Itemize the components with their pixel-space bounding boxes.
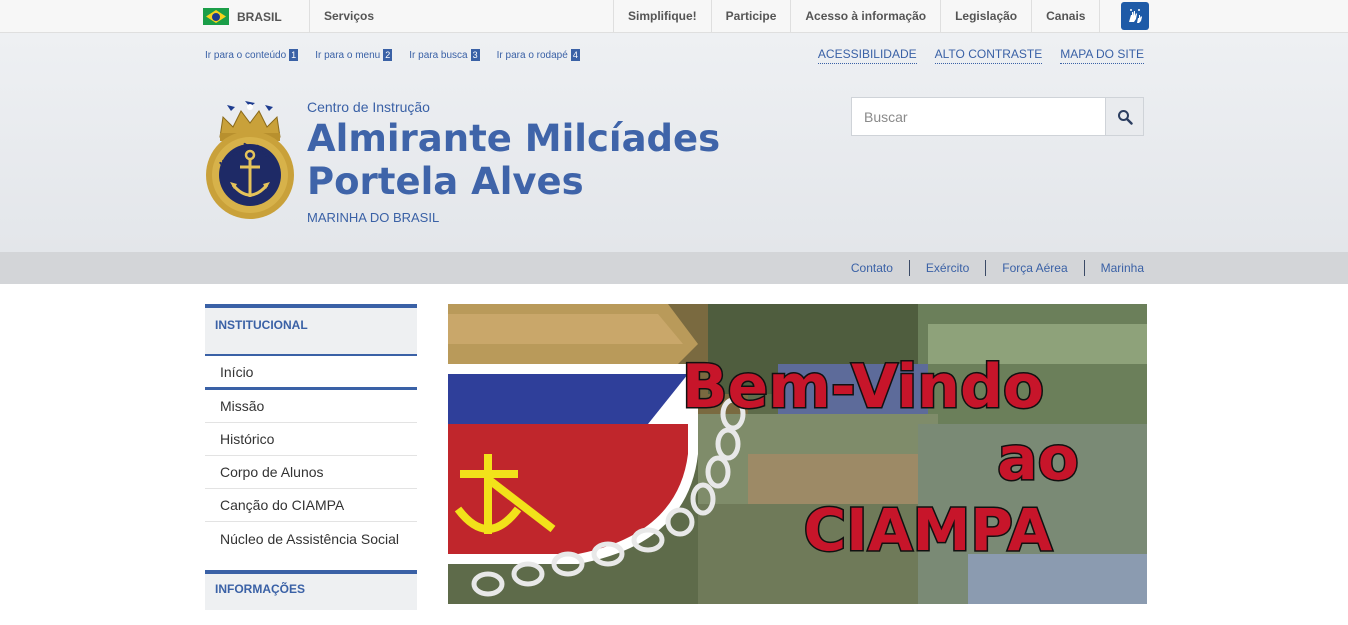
site-title-block: Centro de Instrução Almirante Milcíades … xyxy=(307,99,720,225)
section-institucional-heading: INSTITUCIONAL xyxy=(205,304,417,356)
welcome-banner[interactable]: Bem-Vindo ao CIAMPA xyxy=(448,304,1147,604)
gov-bar: BRASIL Serviços Simplifique! Participe A… xyxy=(0,0,1348,33)
acessibilidade-link[interactable]: ACESSIBILIDADE xyxy=(817,47,917,64)
site-title[interactable]: Almirante Milcíades Portela Alves xyxy=(307,117,720,203)
participe-link[interactable]: Participe xyxy=(710,0,791,33)
skip-label: Ir para busca xyxy=(409,49,468,61)
contato-link[interactable]: Contato xyxy=(835,260,909,276)
accesskey-badge: 3 xyxy=(470,49,480,61)
site-title-line1: Almirante Milcíades xyxy=(307,117,721,160)
skip-label: Ir para o rodapé xyxy=(496,49,568,61)
skip-label: Ir para o conteúdo xyxy=(205,49,287,61)
acesso-informacao-link[interactable]: Acesso à informação xyxy=(790,0,940,33)
search-icon xyxy=(1117,109,1133,125)
accesskey-badge: 4 xyxy=(570,49,580,61)
skip-label: Ir para o menu xyxy=(315,49,381,61)
accessibility-links: ACESSIBILIDADE ALTO CONTRASTE MAPA DO SI… xyxy=(817,47,1144,64)
menu-item-cancao-ciampa[interactable]: Canção do CIAMPA xyxy=(205,489,417,522)
banner-line3: CIAMPA xyxy=(804,496,1053,564)
simplifique-link[interactable]: Simplifique! xyxy=(613,0,711,33)
site-title-line2: Portela Alves xyxy=(307,160,584,203)
menu-item-corpo-de-alunos[interactable]: Corpo de Alunos xyxy=(205,456,417,489)
service-links-bar: Contato Exército Força Aérea Marinha xyxy=(0,252,1348,284)
menu-item-historico[interactable]: Histórico xyxy=(205,423,417,456)
search-button[interactable] xyxy=(1105,98,1143,135)
libras-hands-icon[interactable] xyxy=(1121,2,1149,30)
skip-to-search-link[interactable]: Ir para busca 3 xyxy=(409,49,480,61)
section-informacoes-heading: INFORMAÇÕES xyxy=(205,570,417,610)
sidebar-menu: INSTITUCIONAL Início Missão Histórico Co… xyxy=(205,304,417,610)
welcome-banner-image: Bem-Vindo ao CIAMPA xyxy=(448,304,1147,604)
skip-to-content-link[interactable]: Ir para o conteúdo 1 xyxy=(205,49,299,61)
menu-item-inicio[interactable]: Início xyxy=(205,356,417,390)
menu-item-missao[interactable]: Missão xyxy=(205,390,417,423)
menu-item-nucleo-assistencia-social[interactable]: Núcleo de Assistência Social xyxy=(205,522,417,558)
alto-contraste-link[interactable]: ALTO CONTRASTE xyxy=(934,47,1043,64)
marinha-link[interactable]: Marinha xyxy=(1083,260,1144,276)
canais-link[interactable]: Canais xyxy=(1031,0,1101,33)
search-box xyxy=(851,97,1144,136)
brasil-link[interactable]: BRASIL xyxy=(203,0,310,33)
banner-line1: Bem-Vindo xyxy=(682,352,1044,422)
skip-links: Ir para o conteúdo 1 Ir para o menu 2 Ir p… xyxy=(205,49,580,61)
site-subtitle: MARINHA DO BRASIL xyxy=(307,210,440,225)
site-header: Ir para o conteúdo 1 Ir para o menu 2 Ir p… xyxy=(0,33,1348,252)
accesskey-badge: 1 xyxy=(289,49,299,61)
marinha-emblem-logo[interactable]: MARINHA BRASIL xyxy=(203,97,297,222)
accesskey-badge: 2 xyxy=(383,49,393,61)
brasil-label: BRASIL xyxy=(237,9,282,24)
exercito-link[interactable]: Exército xyxy=(908,260,985,276)
legislacao-link[interactable]: Legislação xyxy=(940,0,1031,33)
skip-to-footer-link[interactable]: Ir para o rodapé 4 xyxy=(497,49,580,61)
banner-line2: ao xyxy=(997,424,1079,494)
forca-aerea-link[interactable]: Força Aérea xyxy=(985,260,1083,276)
mapa-do-site-link[interactable]: MAPA DO SITE xyxy=(1060,47,1144,64)
servicos-link[interactable]: Serviços xyxy=(324,0,374,33)
site-pretitle: Centro de Instrução xyxy=(307,99,430,115)
gov-links: Simplifique! Participe Acesso à informaç… xyxy=(613,0,1101,33)
brazil-flag-icon xyxy=(203,8,229,25)
search-input[interactable] xyxy=(852,98,1105,135)
skip-to-menu-link[interactable]: Ir para o menu 2 xyxy=(315,49,393,61)
